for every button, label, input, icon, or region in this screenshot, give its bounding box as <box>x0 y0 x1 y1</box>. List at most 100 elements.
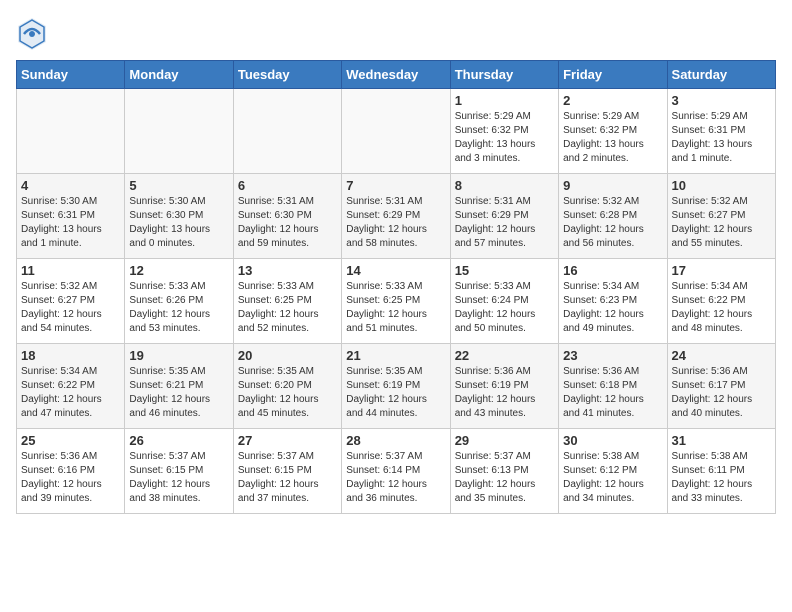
day-cell-1-5: 1 Sunrise: 5:29 AM Sunset: 6:32 PM Dayli… <box>450 89 558 174</box>
day-info: Sunrise: 5:29 AM Sunset: 6:32 PM Dayligh… <box>455 110 554 166</box>
day-number: 11 <box>21 263 120 278</box>
day-number: 19 <box>129 348 228 363</box>
col-saturday: Saturday <box>667 61 775 89</box>
day-info: Sunrise: 5:29 AM Sunset: 6:31 PM Dayligh… <box>672 110 771 166</box>
day-info: Sunrise: 5:30 AM Sunset: 6:31 PM Dayligh… <box>21 195 120 251</box>
day-cell-4-1: 18 Sunrise: 5:34 AM Sunset: 6:22 PM Dayl… <box>17 344 125 429</box>
day-info: Sunrise: 5:38 AM Sunset: 6:12 PM Dayligh… <box>563 450 662 506</box>
day-cell-4-4: 21 Sunrise: 5:35 AM Sunset: 6:19 PM Dayl… <box>342 344 450 429</box>
day-cell-2-6: 9 Sunrise: 5:32 AM Sunset: 6:28 PM Dayli… <box>559 174 667 259</box>
day-number: 16 <box>563 263 662 278</box>
day-info: Sunrise: 5:32 AM Sunset: 6:28 PM Dayligh… <box>563 195 662 251</box>
day-cell-3-7: 17 Sunrise: 5:34 AM Sunset: 6:22 PM Dayl… <box>667 259 775 344</box>
day-number: 30 <box>563 433 662 448</box>
day-cell-2-1: 4 Sunrise: 5:30 AM Sunset: 6:31 PM Dayli… <box>17 174 125 259</box>
day-info: Sunrise: 5:32 AM Sunset: 6:27 PM Dayligh… <box>21 280 120 336</box>
day-cell-5-3: 27 Sunrise: 5:37 AM Sunset: 6:15 PM Dayl… <box>233 429 341 514</box>
day-cell-4-6: 23 Sunrise: 5:36 AM Sunset: 6:18 PM Dayl… <box>559 344 667 429</box>
day-number: 28 <box>346 433 445 448</box>
day-cell-4-5: 22 Sunrise: 5:36 AM Sunset: 6:19 PM Dayl… <box>450 344 558 429</box>
logo <box>16 16 52 52</box>
day-cell-3-1: 11 Sunrise: 5:32 AM Sunset: 6:27 PM Dayl… <box>17 259 125 344</box>
day-info: Sunrise: 5:33 AM Sunset: 6:24 PM Dayligh… <box>455 280 554 336</box>
day-info: Sunrise: 5:34 AM Sunset: 6:23 PM Dayligh… <box>563 280 662 336</box>
day-cell-5-6: 30 Sunrise: 5:38 AM Sunset: 6:12 PM Dayl… <box>559 429 667 514</box>
col-wednesday: Wednesday <box>342 61 450 89</box>
day-info: Sunrise: 5:35 AM Sunset: 6:20 PM Dayligh… <box>238 365 337 421</box>
day-cell-1-7: 3 Sunrise: 5:29 AM Sunset: 6:31 PM Dayli… <box>667 89 775 174</box>
day-cell-4-2: 19 Sunrise: 5:35 AM Sunset: 6:21 PM Dayl… <box>125 344 233 429</box>
day-number: 5 <box>129 178 228 193</box>
col-monday: Monday <box>125 61 233 89</box>
day-info: Sunrise: 5:32 AM Sunset: 6:27 PM Dayligh… <box>672 195 771 251</box>
day-number: 22 <box>455 348 554 363</box>
day-number: 10 <box>672 178 771 193</box>
day-info: Sunrise: 5:38 AM Sunset: 6:11 PM Dayligh… <box>672 450 771 506</box>
day-number: 12 <box>129 263 228 278</box>
day-info: Sunrise: 5:33 AM Sunset: 6:25 PM Dayligh… <box>346 280 445 336</box>
calendar-table: Sunday Monday Tuesday Wednesday Thursday… <box>16 60 776 514</box>
day-cell-4-7: 24 Sunrise: 5:36 AM Sunset: 6:17 PM Dayl… <box>667 344 775 429</box>
day-cell-5-5: 29 Sunrise: 5:37 AM Sunset: 6:13 PM Dayl… <box>450 429 558 514</box>
day-cell-3-6: 16 Sunrise: 5:34 AM Sunset: 6:23 PM Dayl… <box>559 259 667 344</box>
day-number: 29 <box>455 433 554 448</box>
week-row-3: 11 Sunrise: 5:32 AM Sunset: 6:27 PM Dayl… <box>17 259 776 344</box>
col-friday: Friday <box>559 61 667 89</box>
day-number: 6 <box>238 178 337 193</box>
day-info: Sunrise: 5:31 AM Sunset: 6:30 PM Dayligh… <box>238 195 337 251</box>
day-info: Sunrise: 5:31 AM Sunset: 6:29 PM Dayligh… <box>346 195 445 251</box>
day-cell-4-3: 20 Sunrise: 5:35 AM Sunset: 6:20 PM Dayl… <box>233 344 341 429</box>
day-cell-5-2: 26 Sunrise: 5:37 AM Sunset: 6:15 PM Dayl… <box>125 429 233 514</box>
day-info: Sunrise: 5:34 AM Sunset: 6:22 PM Dayligh… <box>21 365 120 421</box>
col-sunday: Sunday <box>17 61 125 89</box>
week-row-4: 18 Sunrise: 5:34 AM Sunset: 6:22 PM Dayl… <box>17 344 776 429</box>
day-info: Sunrise: 5:35 AM Sunset: 6:21 PM Dayligh… <box>129 365 228 421</box>
week-row-5: 25 Sunrise: 5:36 AM Sunset: 6:16 PM Dayl… <box>17 429 776 514</box>
day-info: Sunrise: 5:36 AM Sunset: 6:19 PM Dayligh… <box>455 365 554 421</box>
day-cell-2-7: 10 Sunrise: 5:32 AM Sunset: 6:27 PM Dayl… <box>667 174 775 259</box>
calendar-header-row: Sunday Monday Tuesday Wednesday Thursday… <box>17 61 776 89</box>
day-cell-3-3: 13 Sunrise: 5:33 AM Sunset: 6:25 PM Dayl… <box>233 259 341 344</box>
col-thursday: Thursday <box>450 61 558 89</box>
day-info: Sunrise: 5:36 AM Sunset: 6:16 PM Dayligh… <box>21 450 120 506</box>
day-number: 3 <box>672 93 771 108</box>
day-cell-1-2 <box>125 89 233 174</box>
day-number: 9 <box>563 178 662 193</box>
day-number: 24 <box>672 348 771 363</box>
day-info: Sunrise: 5:37 AM Sunset: 6:14 PM Dayligh… <box>346 450 445 506</box>
day-number: 26 <box>129 433 228 448</box>
day-info: Sunrise: 5:37 AM Sunset: 6:13 PM Dayligh… <box>455 450 554 506</box>
day-number: 25 <box>21 433 120 448</box>
day-number: 21 <box>346 348 445 363</box>
day-cell-5-7: 31 Sunrise: 5:38 AM Sunset: 6:11 PM Dayl… <box>667 429 775 514</box>
day-number: 7 <box>346 178 445 193</box>
day-info: Sunrise: 5:36 AM Sunset: 6:18 PM Dayligh… <box>563 365 662 421</box>
day-cell-1-1 <box>17 89 125 174</box>
day-cell-5-4: 28 Sunrise: 5:37 AM Sunset: 6:14 PM Dayl… <box>342 429 450 514</box>
day-number: 2 <box>563 93 662 108</box>
day-info: Sunrise: 5:29 AM Sunset: 6:32 PM Dayligh… <box>563 110 662 166</box>
day-cell-2-2: 5 Sunrise: 5:30 AM Sunset: 6:30 PM Dayli… <box>125 174 233 259</box>
day-number: 8 <box>455 178 554 193</box>
day-info: Sunrise: 5:37 AM Sunset: 6:15 PM Dayligh… <box>129 450 228 506</box>
day-info: Sunrise: 5:33 AM Sunset: 6:25 PM Dayligh… <box>238 280 337 336</box>
day-info: Sunrise: 5:33 AM Sunset: 6:26 PM Dayligh… <box>129 280 228 336</box>
day-number: 4 <box>21 178 120 193</box>
day-number: 14 <box>346 263 445 278</box>
day-info: Sunrise: 5:35 AM Sunset: 6:19 PM Dayligh… <box>346 365 445 421</box>
col-tuesday: Tuesday <box>233 61 341 89</box>
logo-icon <box>16 16 48 52</box>
day-number: 20 <box>238 348 337 363</box>
day-info: Sunrise: 5:37 AM Sunset: 6:15 PM Dayligh… <box>238 450 337 506</box>
day-number: 13 <box>238 263 337 278</box>
day-cell-3-2: 12 Sunrise: 5:33 AM Sunset: 6:26 PM Dayl… <box>125 259 233 344</box>
day-info: Sunrise: 5:31 AM Sunset: 6:29 PM Dayligh… <box>455 195 554 251</box>
day-info: Sunrise: 5:36 AM Sunset: 6:17 PM Dayligh… <box>672 365 771 421</box>
day-cell-1-3 <box>233 89 341 174</box>
day-cell-5-1: 25 Sunrise: 5:36 AM Sunset: 6:16 PM Dayl… <box>17 429 125 514</box>
day-cell-2-4: 7 Sunrise: 5:31 AM Sunset: 6:29 PM Dayli… <box>342 174 450 259</box>
day-number: 18 <box>21 348 120 363</box>
day-number: 23 <box>563 348 662 363</box>
week-row-1: 1 Sunrise: 5:29 AM Sunset: 6:32 PM Dayli… <box>17 89 776 174</box>
day-cell-3-5: 15 Sunrise: 5:33 AM Sunset: 6:24 PM Dayl… <box>450 259 558 344</box>
